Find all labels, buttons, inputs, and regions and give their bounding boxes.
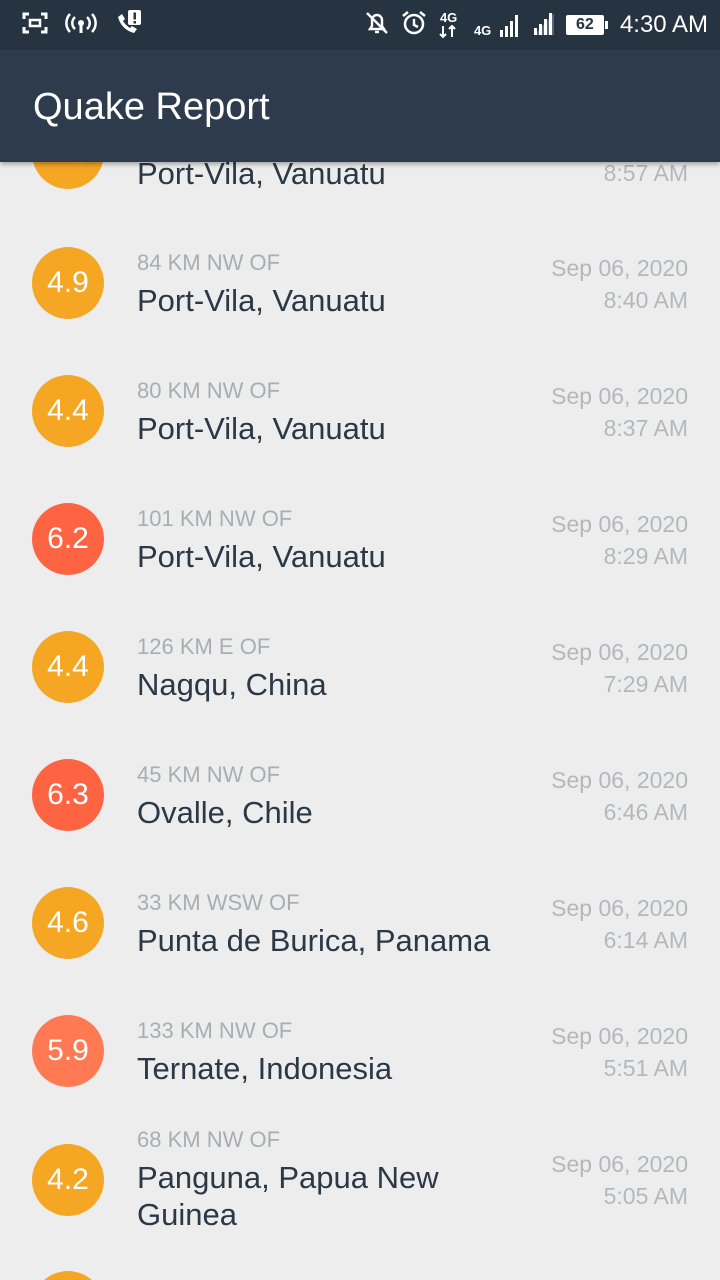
quake-time: 7:29 AM [603, 671, 688, 697]
quake-time: 6:46 AM [603, 799, 688, 825]
quake-time: 5:05 AM [603, 1183, 688, 1209]
quake-date: Sep 06, 2020 [551, 383, 688, 409]
signal-icon-2 [532, 10, 556, 41]
quake-date: Sep 06, 2020 [551, 895, 688, 921]
quake-date: Sep 06, 2020 [551, 255, 688, 281]
status-bar: 4G 4G 62 4:30 AM [0, 0, 720, 50]
quake-time: 6:14 AM [603, 927, 688, 953]
list-item[interactable]: 4.6 33 km WSW of Punta de Burica, Panama… [0, 859, 720, 987]
list-item[interactable]: 4.4 80 km NW of Port-Vila, Vanuatu Sep 0… [0, 347, 720, 475]
quake-time: 8:57 AM [603, 160, 688, 186]
magnitude-circle: 6.2 [32, 503, 104, 575]
list-item[interactable]: 4.9 84 km NW of Port-Vila, Vanuatu Sep 0… [0, 219, 720, 347]
quake-time: 5:51 AM [603, 1055, 688, 1081]
call-alert-icon [114, 9, 144, 42]
quake-date: Sep 06, 2020 [551, 1151, 688, 1177]
quake-date: Sep 06, 2020 [551, 767, 688, 793]
quake-time: 8:40 AM [603, 287, 688, 313]
location-offset: 84 km NW of [137, 250, 281, 275]
location-offset: 133 km NW of [137, 1018, 293, 1043]
app-title: Quake Report [33, 86, 270, 128]
location-offset: 80 km NW of [137, 378, 281, 403]
magnitude-circle [32, 1271, 104, 1280]
primary-location: Port-Vila, Vanuatu [137, 283, 386, 318]
primary-location: Punta de Burica, Panama [137, 923, 491, 958]
list-item[interactable]: 6.2 101 km NW of Port-Vila, Vanuatu Sep … [0, 475, 720, 603]
primary-location: Nagqu, China [137, 667, 327, 702]
location-offset: 126 km E of [137, 634, 271, 659]
list-item[interactable]: 4.4 126 km E of Nagqu, China Sep 06, 202… [0, 603, 720, 731]
location-offset: 33 km WSW of [137, 890, 300, 915]
magnitude-circle: 4.4 [32, 375, 104, 447]
list-item[interactable] [0, 1265, 720, 1280]
notifications-off-icon [364, 10, 390, 41]
primary-location: Ovalle, Chile [137, 795, 313, 830]
earthquake-list[interactable]: 4.6 Port-Vila, Vanuatu 8:57 AM 4.9 84 km… [0, 0, 720, 1280]
location-offset: 45 km NW of [137, 762, 281, 787]
signal-icon: 4G [474, 11, 522, 39]
primary-location: Panguna, Papua New Guinea [137, 1160, 439, 1232]
quake-date: Sep 06, 2020 [551, 1023, 688, 1049]
magnitude-circle: 5.9 [32, 1015, 104, 1087]
status-clock: 4:30 AM [619, 11, 708, 38]
location-offset: 68 km NW of [137, 1127, 281, 1152]
primary-location: Port-Vila, Vanuatu [137, 411, 386, 446]
app-bar: Quake Report [0, 50, 720, 162]
magnitude-circle: 4.9 [32, 247, 104, 319]
quake-date: Sep 06, 2020 [551, 511, 688, 537]
list-item[interactable]: 4.2 68 km NW of Panguna, Papua New Guine… [0, 1115, 720, 1265]
quake-date: Sep 06, 2020 [551, 639, 688, 665]
alarm-icon [400, 9, 428, 42]
list-item[interactable]: 6.3 45 km NW of Ovalle, Chile Sep 06, 20… [0, 731, 720, 859]
magnitude-circle: 4.4 [32, 631, 104, 703]
data-arrows-icon: 4G [438, 11, 464, 39]
magnitude-circle: 4.2 [32, 1144, 104, 1216]
quake-time: 8:37 AM [603, 415, 688, 441]
location-offset: 101 km NW of [137, 506, 293, 531]
hotspot-icon [64, 12, 98, 39]
primary-location: Port-Vila, Vanuatu [137, 539, 386, 574]
screenshot-icon [22, 12, 48, 39]
magnitude-circle: 6.3 [32, 759, 104, 831]
battery-indicator: 62 [565, 15, 608, 35]
primary-location: Ternate, Indonesia [137, 1051, 393, 1086]
quake-time: 8:29 AM [603, 543, 688, 569]
magnitude-circle: 4.6 [32, 887, 104, 959]
list-item[interactable]: 5.9 133 km NW of Ternate, Indonesia Sep … [0, 987, 720, 1115]
